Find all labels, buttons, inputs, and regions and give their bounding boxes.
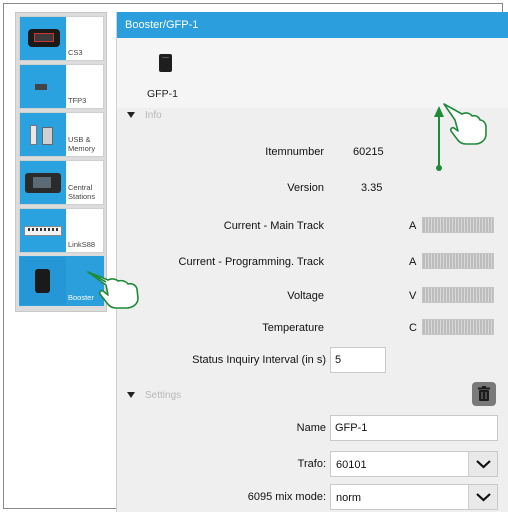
chevron-down-icon[interactable] — [468, 452, 497, 476]
sidebar-item-cs3[interactable]: CS3 — [19, 16, 104, 61]
version-value: 3.35 — [361, 182, 383, 194]
pointing-hand-icon — [87, 271, 139, 309]
voltage-unit: V — [409, 290, 417, 302]
temperature-meter — [422, 319, 494, 335]
chevron-down-icon[interactable] — [468, 485, 497, 509]
collapse-triangle-icon — [127, 112, 135, 118]
current-prog-meter — [422, 253, 494, 269]
sidebar-item-label: USB & Memory — [68, 135, 96, 153]
mix-mode-value: norm — [336, 492, 362, 504]
current-prog-label: Current - Programming. Track — [178, 256, 324, 268]
sidebar-item-usb-memory[interactable]: USB & Memory — [19, 112, 104, 157]
current-main-unit: A — [409, 220, 417, 232]
current-main-label: Current - Main Track — [223, 220, 324, 232]
central-station-icon — [20, 161, 66, 204]
mix-mode-select[interactable]: norm — [330, 484, 498, 510]
status-interval-label: Status Inquiry Interval (in s) — [192, 354, 326, 366]
itemnumber-value: 60215 — [353, 146, 384, 158]
usb-memory-icon — [20, 113, 66, 156]
trafo-label: Trafo: — [297, 458, 326, 470]
status-interval-input[interactable] — [330, 347, 386, 373]
tfp3-device-icon — [20, 65, 66, 108]
sidebar-item-central-stations[interactable]: Central Stations — [19, 160, 104, 205]
collapse-triangle-icon — [127, 392, 135, 398]
annotation-arrow-hand — [434, 103, 487, 171]
booster-panel: Booster/GFP-1 GFP-1 Info Itemnumber 6021… — [116, 12, 508, 512]
device-name: GFP-1 — [147, 88, 178, 100]
device-sidebar: CS3 TFP3 USB & Memory Central Stations L… — [15, 12, 107, 312]
temperature-label: Temperature — [262, 322, 324, 334]
name-label: Name — [296, 422, 326, 434]
voltage-label: Voltage — [287, 290, 324, 302]
info-section-label: Info — [145, 109, 162, 121]
sidebar-item-label: CS3 — [68, 48, 83, 57]
links88-icon — [20, 209, 66, 252]
settings-section-label: Settings — [145, 389, 182, 401]
version-label: Version — [287, 182, 324, 194]
voltage-meter — [422, 287, 494, 303]
info-section-toggle[interactable]: Info — [127, 105, 162, 125]
trafo-value: 60101 — [336, 459, 367, 471]
sidebar-item-label: TFP3 — [68, 96, 87, 105]
booster-icon — [20, 257, 66, 305]
settings-section-toggle[interactable]: Settings — [127, 385, 181, 405]
sidebar-item-tfp3[interactable]: TFP3 — [19, 64, 104, 109]
panel-title: Booster/GFP-1 — [117, 12, 508, 38]
sidebar-item-label: Central Stations — [68, 183, 96, 201]
current-main-meter — [422, 217, 494, 233]
delete-button[interactable] — [472, 382, 496, 406]
temperature-unit: C — [409, 322, 417, 334]
trash-icon — [478, 386, 490, 401]
cs3-device-icon — [20, 17, 66, 60]
name-field[interactable] — [330, 415, 498, 441]
trafo-select[interactable]: 60101 — [330, 451, 498, 477]
mix-mode-label: 6095 mix mode: — [247, 491, 326, 503]
gfp-device-icon — [159, 54, 172, 72]
sidebar-item-links88[interactable]: LinkS88 — [19, 208, 104, 253]
current-prog-unit: A — [409, 256, 417, 268]
itemnumber-label: Itemnumber — [265, 146, 324, 158]
sidebar-item-label: LinkS88 — [68, 240, 96, 249]
